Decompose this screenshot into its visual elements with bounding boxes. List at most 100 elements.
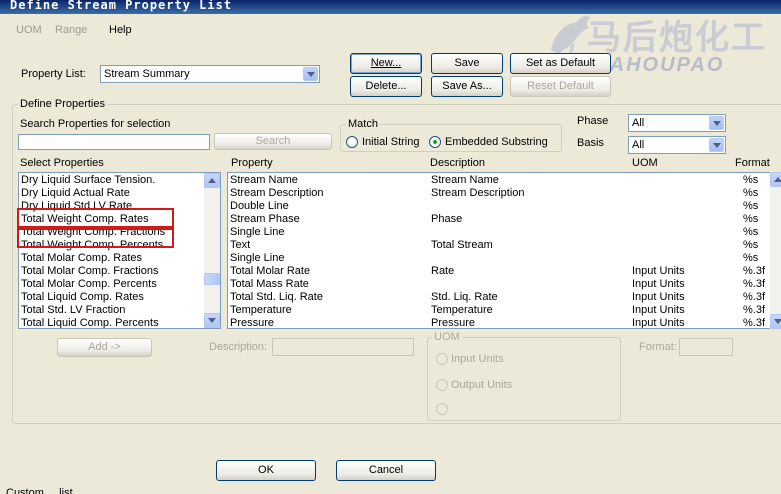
embedded-substring-radio[interactable]	[429, 136, 441, 148]
description-cell: Total Stream	[431, 239, 493, 251]
phase-label: Phase	[577, 115, 609, 127]
format-label: Format:	[639, 341, 677, 353]
save-as-button[interactable]: Save As...	[431, 76, 503, 97]
new-button[interactable]: New...	[350, 53, 422, 74]
search-button[interactable]: Search	[214, 133, 332, 150]
cancel-button[interactable]: Cancel	[336, 460, 436, 481]
table-row[interactable]: Total Std. Liq. Rate Std. Liq. Rate Input …	[228, 291, 770, 304]
property-table-scrollbar[interactable]	[770, 172, 781, 329]
list-item[interactable]: Dry Liquid Surface Tension.	[19, 174, 204, 187]
property-cell: Text	[230, 239, 251, 251]
property-cell: Temperature	[230, 304, 292, 316]
list-item[interactable]: Total Molar Comp. Fractions	[19, 265, 204, 278]
table-row[interactable]: Stream Name Stream Name %s	[228, 174, 770, 187]
property-cell: Total Molar Rate	[230, 265, 311, 277]
property-list-select[interactable]: Stream Summary	[100, 65, 320, 83]
format-cell: %s	[743, 239, 759, 251]
initial-string-radio[interactable]	[346, 136, 358, 148]
list-item[interactable]: Total Liquid Comp. Rates	[19, 291, 204, 304]
property-cell: Single Line	[230, 252, 285, 264]
table-row[interactable]: Single Line %s	[228, 226, 770, 239]
output-units-label: Output Units	[451, 379, 513, 391]
property-cell: Stream Phase	[230, 213, 300, 225]
list-item[interactable]: Total Molar Comp. Percents	[19, 278, 204, 291]
format-cell: %s	[743, 213, 759, 225]
list-item[interactable]: Total Std. LV Fraction	[19, 304, 204, 317]
custom-units-radio[interactable]	[436, 403, 448, 415]
format-cell: %s	[743, 226, 759, 238]
description-column-header: Description	[430, 157, 486, 169]
menu-help[interactable]: Help	[109, 24, 132, 36]
select-properties-list[interactable]: Dry Liquid Surface Tension. Dry Liquid Ac…	[18, 172, 221, 329]
property-table[interactable]: Stream Name Stream Name %s Stream Descripti…	[227, 172, 771, 329]
table-row[interactable]: Stream Description Stream Description %s	[228, 187, 770, 200]
format-input[interactable]	[679, 338, 733, 356]
table-row[interactable]: Temperature Temperature Input Units %.3f	[228, 304, 770, 317]
table-row[interactable]: Total Mass Rate Input Units %.3f	[228, 278, 770, 291]
select-properties-label: Select Properties	[20, 157, 104, 169]
scroll-down-icon[interactable]	[770, 314, 781, 329]
table-row[interactable]: Single Line %s	[228, 252, 770, 265]
basis-value: All	[632, 139, 645, 151]
description-cell: Stream Name	[431, 174, 499, 186]
description-cell: Pressure	[431, 317, 476, 329]
match-title: Match	[346, 118, 380, 130]
uom-cell: Input Units	[632, 278, 685, 290]
uom-cell: Input Units	[632, 304, 685, 316]
delete-button[interactable]: Delete...	[350, 76, 422, 97]
basis-select[interactable]: All	[628, 136, 726, 154]
property-cell: Single Line	[230, 226, 285, 238]
basis-label: Basis	[577, 137, 604, 149]
menu-uom[interactable]: UOM	[16, 24, 42, 36]
input-units-radio[interactable]	[436, 353, 448, 365]
chevron-down-icon[interactable]	[303, 67, 318, 81]
scroll-down-icon[interactable]	[204, 313, 220, 328]
format-cell: %.3f	[743, 304, 766, 316]
initial-string-label: Initial String	[362, 136, 420, 148]
property-cell: Double Line	[230, 200, 289, 212]
format-cell: %.3f	[743, 278, 766, 290]
uom-column-header: UOM	[632, 157, 658, 169]
description-label: Description:	[209, 341, 268, 353]
property-cell: Total Mass Rate	[230, 278, 309, 290]
phase-select[interactable]: All	[628, 114, 726, 132]
description-cell: Rate	[431, 265, 455, 277]
reset-default-button[interactable]: Reset Default	[510, 76, 611, 97]
status-text: Custom ... list	[6, 487, 73, 494]
scroll-up-icon[interactable]	[770, 172, 781, 187]
list-item[interactable]: Dry Liquid Actual Rate	[19, 187, 204, 200]
format-cell: %.3f	[743, 291, 766, 303]
scroll-up-icon[interactable]	[204, 173, 220, 188]
property-list-value: Stream Summary	[104, 68, 190, 80]
format-cell: %s	[743, 252, 759, 264]
set-as-default-button[interactable]: Set as Default	[510, 53, 611, 74]
uom-cell: Input Units	[632, 291, 685, 303]
format-cell: %s	[743, 174, 759, 186]
ok-button[interactable]: OK	[216, 460, 316, 481]
add-button[interactable]: Add ->	[57, 338, 152, 357]
format-cell: %s	[743, 187, 759, 199]
list-item[interactable]: Total Liquid Comp. Percents	[19, 317, 204, 328]
table-row[interactable]: Pressure Pressure Input Units %.3f	[228, 317, 770, 329]
chevron-down-icon[interactable]	[709, 116, 724, 130]
description-input[interactable]	[272, 338, 414, 356]
table-row[interactable]: Stream Phase Phase %s	[228, 213, 770, 226]
search-label: Search Properties for selection	[20, 118, 171, 130]
property-column-header: Property	[231, 157, 273, 169]
description-cell: Stream Description	[431, 187, 525, 199]
table-row[interactable]: Text Total Stream %s	[228, 239, 770, 252]
table-row[interactable]: Total Molar Rate Rate Input Units %.3f	[228, 265, 770, 278]
format-cell: %.3f	[743, 317, 766, 329]
property-cell: Stream Name	[230, 174, 298, 186]
output-units-radio[interactable]	[436, 379, 448, 391]
highlight-box	[17, 208, 174, 228]
save-button[interactable]: Save	[431, 53, 503, 74]
search-input[interactable]	[18, 134, 210, 150]
scroll-thumb[interactable]	[204, 273, 220, 285]
menu-range[interactable]: Range	[55, 24, 87, 36]
chevron-down-icon[interactable]	[709, 138, 724, 152]
select-properties-scrollbar[interactable]	[204, 173, 220, 328]
list-item[interactable]: Total Molar Comp. Rates	[19, 252, 204, 265]
input-units-label: Input Units	[451, 353, 504, 365]
table-row[interactable]: Double Line %s	[228, 200, 770, 213]
